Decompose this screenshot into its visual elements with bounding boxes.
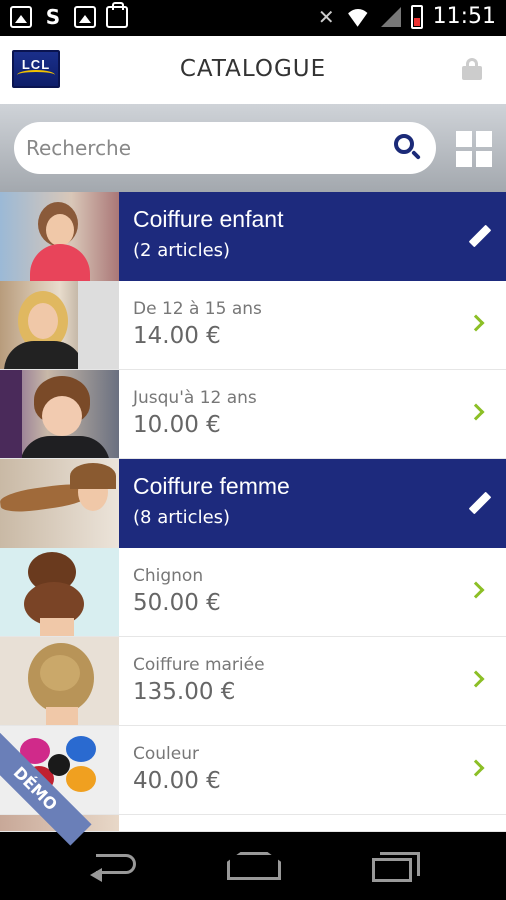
list-item[interactable]: Chignon 50.00 € <box>0 548 506 637</box>
chevron-right-icon[interactable] <box>467 759 485 777</box>
chevron-right-icon[interactable] <box>467 581 485 599</box>
status-right-icons: ✕ 11:51 <box>318 4 496 29</box>
list-item[interactable]: De 12 à 15 ans 14.00 € <box>0 281 506 370</box>
face-shape <box>42 396 82 436</box>
color-bowl-shape <box>66 766 96 792</box>
shirt-shape <box>30 244 90 281</box>
edit-body <box>468 491 492 515</box>
home-shape <box>227 852 281 880</box>
list-item[interactable]: Coiffure mariée 135.00 € <box>0 637 506 726</box>
wifi-icon <box>345 7 371 27</box>
catalog-list[interactable]: Coiffure enfant (2 articles) De 12 à 15 … <box>0 192 506 832</box>
chevron-right-icon[interactable] <box>467 670 485 688</box>
updo-highlight-shape <box>40 655 80 691</box>
status-left-icons: S <box>10 2 128 29</box>
app-header: LCL CATALOGUE <box>0 36 506 104</box>
signal-icon <box>380 6 401 27</box>
cape-shape <box>20 436 110 458</box>
recent-apps-icon[interactable] <box>372 852 420 882</box>
status-bar: S ✕ 11:51 <box>0 0 506 36</box>
search-input[interactable] <box>26 130 386 166</box>
back-arrowhead <box>90 868 102 882</box>
category-title: Coiffure enfant <box>133 206 284 232</box>
neck-shape <box>40 618 74 636</box>
face-shape <box>28 303 58 339</box>
battery-icon <box>410 4 423 29</box>
nav-bar <box>0 832 506 900</box>
item-image <box>0 637 119 725</box>
s-notification-icon: S <box>45 5 61 29</box>
item-image <box>0 548 119 636</box>
item-price: 14.00 € <box>133 323 221 349</box>
item-image <box>0 370 119 458</box>
category-count: (2 articles) <box>133 240 231 261</box>
item-price: 135.00 € <box>133 679 236 705</box>
hair-shape <box>70 463 116 489</box>
item-price: 50.00 € <box>133 590 221 616</box>
status-time: 11:51 <box>432 4 496 29</box>
recent-front-card <box>372 858 412 882</box>
stylist-shape <box>0 370 22 458</box>
back-arc <box>96 854 136 874</box>
color-bowl-shape <box>48 754 70 776</box>
search-icon[interactable] <box>394 134 422 162</box>
edit-icon[interactable] <box>466 490 492 516</box>
edit-body <box>468 224 492 248</box>
chevron-right-icon[interactable] <box>467 403 485 421</box>
color-bowl-shape <box>66 736 96 762</box>
item-name: De 12 à 15 ans <box>133 299 262 319</box>
list-item[interactable]: Jusqu'à 12 ans 10.00 € <box>0 370 506 459</box>
item-image <box>0 281 119 369</box>
cape-shape <box>4 341 84 369</box>
grid-view-icon[interactable] <box>456 131 492 167</box>
lock-icon[interactable] <box>462 58 482 80</box>
page-title: CATALOGUE <box>179 56 327 82</box>
category-image <box>0 459 119 548</box>
neck-shape <box>46 707 78 725</box>
item-name: Coiffure mariée <box>133 655 265 675</box>
item-price: 40.00 € <box>133 768 221 794</box>
category-row-coiffure-enfant[interactable]: Coiffure enfant (2 articles) <box>0 192 506 281</box>
category-count: (8 articles) <box>133 507 231 528</box>
category-row-coiffure-femme[interactable]: Coiffure femme (8 articles) <box>0 459 506 548</box>
item-name: Couleur <box>133 744 199 764</box>
gallery-notification-icon <box>74 6 96 28</box>
edit-icon[interactable] <box>466 223 492 249</box>
mute-icon: ✕ <box>317 4 335 29</box>
search-handle <box>411 150 421 160</box>
list-item[interactable]: Couleur 40.00 € <box>0 726 506 815</box>
grid-cell <box>476 151 492 167</box>
search-box[interactable] <box>14 122 436 174</box>
image-notification-icon <box>10 6 32 28</box>
search-bar <box>0 104 506 192</box>
grid-cell <box>456 151 472 167</box>
grid-cell <box>476 131 492 147</box>
back-icon[interactable] <box>90 854 136 882</box>
item-name: Chignon <box>133 566 204 586</box>
home-icon[interactable] <box>227 852 281 880</box>
lock-body <box>462 66 482 80</box>
category-title: Coiffure femme <box>133 473 290 499</box>
chevron-right-icon[interactable] <box>467 314 485 332</box>
item-name: Jusqu'à 12 ans <box>133 388 257 408</box>
grid-cell <box>456 131 472 147</box>
stylist-shape <box>78 281 119 369</box>
item-price: 10.00 € <box>133 412 221 438</box>
category-image <box>0 192 119 281</box>
bag-notification-icon <box>106 2 128 28</box>
face-shape <box>46 214 74 246</box>
